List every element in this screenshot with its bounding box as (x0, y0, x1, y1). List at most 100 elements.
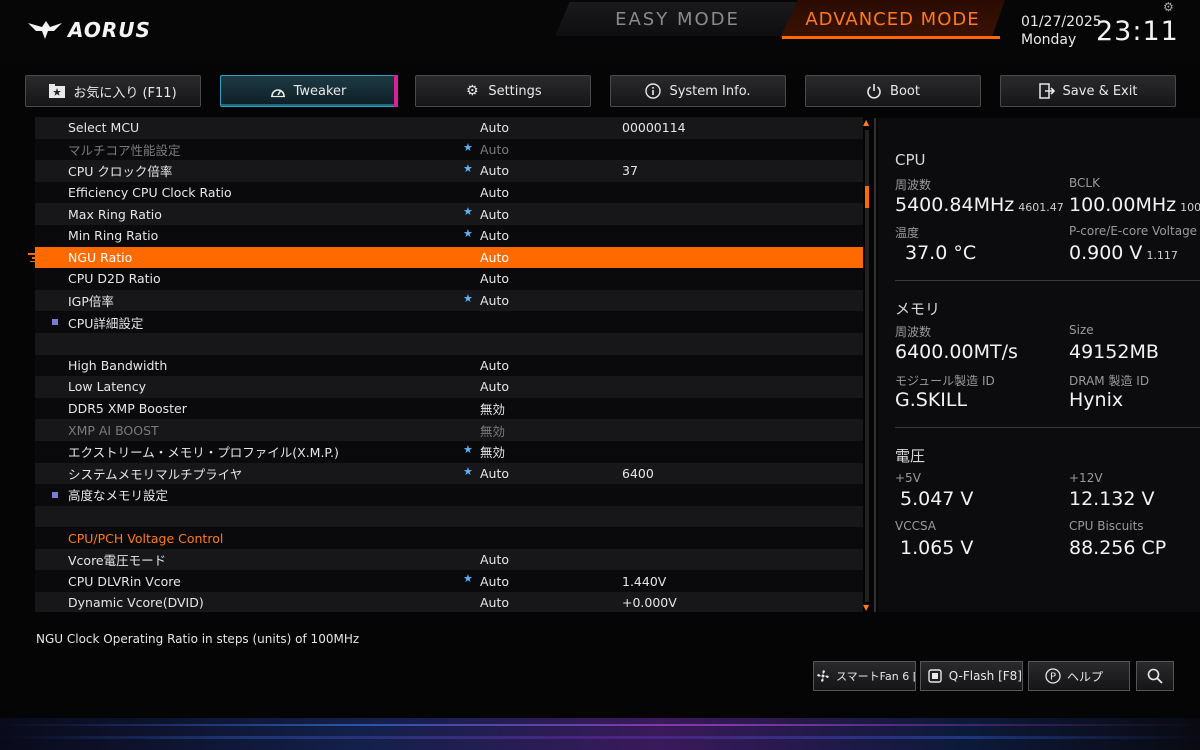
favorite-star-icon[interactable]: ★ (463, 227, 473, 240)
v12-label: +12V (1069, 471, 1103, 485)
setting-label: CPU クロック倍率 (68, 164, 173, 180)
setting-value: 無効 (480, 402, 506, 418)
setting-row-vcore-mode[interactable]: Vcore電圧モード Auto (35, 548, 863, 571)
setting-row-xmp-ai-boost: XMP AI BOOST 無効 (35, 419, 863, 441)
cpu-section-title: CPU (895, 151, 926, 169)
setting-row-xmp-booster[interactable]: DDR5 XMP Booster 無効 (35, 397, 863, 420)
brand-name: AORUS (68, 18, 151, 42)
tab-settings[interactable]: ⚙ Settings (415, 75, 591, 107)
tab-favorites[interactable]: お気に入り (F11) (25, 75, 201, 107)
scrollbar-thumb[interactable] (865, 186, 869, 208)
easy-mode-button[interactable]: EASY MODE (555, 2, 800, 36)
advanced-mode-label: ADVANCED MODE (805, 8, 980, 30)
setting-label: High Bandwidth (68, 357, 168, 373)
setting-row-efficiency-ratio[interactable]: Efficiency CPU Clock Ratio Auto (35, 181, 863, 204)
setting-row-ngu-ratio[interactable]: NGU Ratio Auto (35, 246, 863, 269)
qflash-icon (927, 668, 943, 684)
v5-value: 5.047 V (900, 488, 974, 510)
favorite-star-icon[interactable]: ★ (463, 572, 473, 585)
setting-row-select-mcu[interactable]: Select MCU Auto 00000114 (35, 117, 863, 139)
setting-row-low-latency[interactable]: Low Latency Auto (35, 376, 863, 398)
setting-label: Min Ring Ratio (68, 228, 159, 244)
setting-row-high-bandwidth[interactable]: High Bandwidth Auto (35, 354, 863, 377)
eagle-logo-icon (28, 21, 62, 39)
bclk-label: BCLK (1069, 176, 1100, 190)
weekday-display: Monday (1021, 32, 1077, 48)
submenu-advanced-memory[interactable]: 高度なメモリ設定 (35, 484, 863, 506)
clock-display: 23:11 (1096, 16, 1179, 47)
panel-divider (874, 118, 876, 612)
bclk-sub: 100.0 (1180, 201, 1200, 214)
setting-row-min-ring[interactable]: Min Ring Ratio ★ Auto (35, 224, 863, 247)
tab-system-info[interactable]: System Info. (610, 75, 786, 107)
setting-row-xmp-profile[interactable]: エクストリーム・メモリ・プロファイル(X.M.P.) ★ 無効 (35, 440, 863, 463)
svg-text:P: P (1050, 672, 1056, 683)
tab-boot[interactable]: Boot (805, 75, 981, 107)
search-button[interactable] (1136, 661, 1174, 691)
setting-row-memory-multiplier[interactable]: システムメモリマルチプライヤ ★ Auto 6400 (35, 462, 863, 485)
setting-row-dlvrin-vcore[interactable]: CPU DLVRin Vcore ★ Auto 1.440V (35, 570, 863, 593)
smart-fan-button[interactable]: スマートFan 6 [F (813, 661, 916, 691)
spacer-row (35, 332, 863, 355)
bclk-value: 100.00MHz100.0 (1069, 194, 1200, 216)
setting-row-dynamic-vcore[interactable]: Dynamic Vcore(DVID) Auto +0.000V (35, 592, 863, 612)
setting-row-max-ring[interactable]: Max Ring Ratio ★ Auto (35, 203, 863, 225)
advanced-mode-underline (782, 36, 1000, 39)
setting-row-cpu-ratio[interactable]: CPU クロック倍率 ★ Auto 37 (35, 160, 863, 182)
setting-value: Auto (480, 271, 510, 287)
fan-icon (816, 668, 830, 684)
tab-tweaker-label: Tweaker (293, 83, 347, 99)
selection-edge-decoration (838, 252, 858, 262)
setting-row-igp-ratio[interactable]: IGP倍率 ★ Auto (35, 289, 863, 312)
favorite-star-icon[interactable]: ★ (463, 292, 473, 305)
cpu-biscuits-label: CPU Biscuits (1069, 519, 1144, 533)
favorite-star-icon[interactable]: ★ (463, 443, 473, 456)
setting-label: DDR5 XMP Booster (68, 401, 187, 417)
scroll-down-arrow-icon[interactable]: ▼ (863, 603, 869, 612)
advanced-mode-button[interactable]: ADVANCED MODE (780, 0, 1005, 38)
help-button[interactable]: P ヘルプ (1028, 661, 1130, 691)
setting-description: NGU Clock Operating Ratio in steps (unit… (36, 632, 360, 646)
setting-row-d2d-ratio[interactable]: CPU D2D Ratio Auto (35, 268, 863, 290)
setting-label: エクストリーム・メモリ・プロファイル(X.M.P.) (68, 445, 339, 461)
favorite-star-icon[interactable]: ★ (463, 205, 473, 218)
setting-label: IGP倍率 (68, 294, 114, 310)
favorite-star-icon[interactable]: ★ (463, 162, 473, 175)
voltage-section-title: 電圧 (895, 447, 926, 465)
setting-label: システムメモリマルチプライヤ (68, 466, 243, 482)
setting-current-value: 1.440V (622, 573, 667, 589)
selection-edge-decoration (28, 253, 40, 262)
settings-gear-icon[interactable]: ⚙ (1163, 0, 1174, 14)
setting-label: CPU DLVRin Vcore (68, 573, 181, 589)
module-id-value: G.SKILL (895, 389, 968, 411)
favorite-star-icon[interactable]: ★ (463, 465, 473, 478)
setting-current-value: +0.000V (622, 595, 677, 611)
setting-label: NGU Ratio (68, 249, 133, 265)
help-icon: P (1045, 668, 1061, 684)
setting-row-multicore: マルチコア性能設定 ★ Auto (35, 138, 863, 161)
v5-label: +5V (895, 471, 921, 485)
setting-value: Auto (480, 357, 510, 373)
help-label: ヘルプ (1067, 669, 1104, 684)
tab-save-exit[interactable]: Save & Exit (1000, 75, 1176, 107)
setting-value: Auto (480, 228, 510, 244)
submenu-cpu-advanced[interactable]: CPU詳細設定 (35, 311, 863, 333)
scroll-up-arrow-icon[interactable]: ▲ (863, 118, 869, 127)
tab-tweaker[interactable]: Tweaker (220, 75, 398, 107)
tab-settings-label: Settings (488, 83, 542, 99)
spacer-row (35, 505, 863, 528)
power-icon (866, 83, 882, 99)
setting-label: Low Latency (68, 379, 146, 395)
setting-value: Auto (480, 120, 510, 136)
cpu-freq-sub: 4601.47 (1018, 201, 1064, 214)
cpu-freq-value: 5400.84MHz 4601.47 (895, 194, 1064, 216)
memory-section-title: メモリ (895, 300, 941, 318)
setting-value: Auto (480, 293, 510, 309)
settings-list: Select MCU Auto 00000114 マルチコア性能設定 ★ Aut… (35, 117, 863, 612)
setting-current-value: 00000114 (622, 120, 686, 136)
core-voltage-sub: 1.117 (1146, 249, 1178, 262)
setting-value: Auto (480, 379, 510, 395)
qflash-button[interactable]: Q-Flash [F8] (920, 661, 1023, 691)
favorite-star-icon[interactable]: ★ (463, 141, 473, 154)
submenu-bullet-icon (52, 492, 58, 499)
